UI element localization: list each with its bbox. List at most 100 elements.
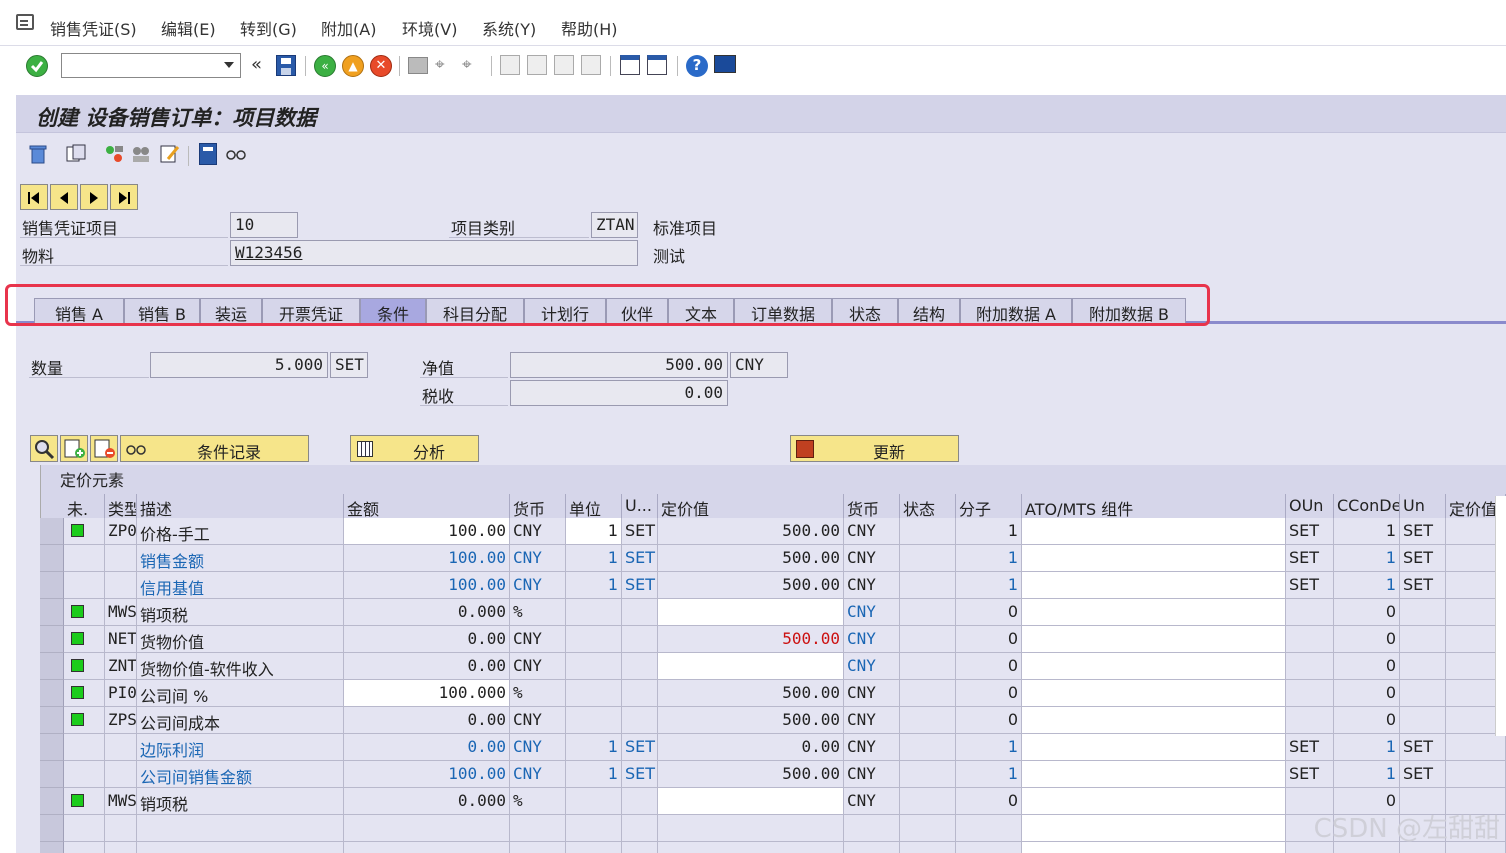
- cell-ato[interactable]: [1022, 545, 1286, 572]
- update-button[interactable]: 更新: [790, 435, 959, 462]
- row-selector[interactable]: [40, 518, 64, 545]
- column-header[interactable]: 单位: [566, 494, 622, 518]
- cell-ato[interactable]: [1022, 653, 1286, 680]
- exit-icon[interactable]: ▲: [342, 55, 364, 77]
- column-header[interactable]: U...: [622, 494, 658, 518]
- row-selector[interactable]: [40, 545, 64, 572]
- table-row[interactable]: MWSI销项税0.000% CNY 0 0: [40, 599, 1506, 626]
- table-row[interactable]: ZNTW货物价值-软件收入0.00CNYCNY00: [40, 653, 1506, 680]
- column-header[interactable]: Un: [1400, 494, 1446, 518]
- cell-unit[interactable]: 1: [566, 518, 622, 545]
- item-detail-icon[interactable]: [130, 143, 152, 165]
- row-selector[interactable]: [40, 707, 64, 734]
- previous-page-icon[interactable]: [527, 55, 547, 75]
- row-selector[interactable]: [40, 815, 64, 842]
- table-row[interactable]: 信用基值 100.00 CNY 1 SET 500.00 CNY 1 SET 1 SET: [40, 572, 1506, 599]
- table-row[interactable]: 边际利润 0.00 CNY 1 SET 0.00 CNY 1 SET 1 SET: [40, 734, 1506, 761]
- column-header[interactable]: OUn: [1286, 494, 1334, 518]
- analysis-button[interactable]: 分析: [350, 435, 479, 462]
- cell-ato[interactable]: [1022, 518, 1286, 545]
- cell-ato[interactable]: [1022, 734, 1286, 761]
- column-header[interactable]: CConDe: [1334, 494, 1400, 518]
- next-item-button[interactable]: [80, 184, 108, 210]
- table-row[interactable]: [40, 815, 1506, 842]
- menu-icon[interactable]: [16, 14, 34, 30]
- menu-edit[interactable]: 编辑(E): [161, 16, 216, 40]
- save-icon[interactable]: [276, 55, 296, 76]
- cell-ato[interactable]: [1022, 761, 1286, 788]
- menu-sales-document[interactable]: 销售凭证(S): [50, 16, 137, 40]
- table-row[interactable]: NETW货物价值0.00CNY500.00CNY00: [40, 626, 1506, 653]
- item-overview-icon[interactable]: [103, 143, 125, 165]
- row-selector[interactable]: [40, 626, 64, 653]
- menu-environment[interactable]: 环境(V): [402, 16, 457, 40]
- new-session-icon[interactable]: [620, 55, 640, 75]
- table-row[interactable]: 公司间销售金额 100.00 CNY 1 SET 500.00 CNY 1 SET 1 SET: [40, 761, 1506, 788]
- first-item-button[interactable]: [20, 184, 48, 210]
- find-next-icon[interactable]: ⌖: [462, 55, 482, 75]
- menu-goto[interactable]: 转到(G): [240, 16, 297, 40]
- double-chevron-left-icon[interactable]: «: [251, 54, 262, 75]
- cell-val[interactable]: [658, 599, 844, 626]
- table-row[interactable]: 销售金额 100.00 CNY 1 SET 500.00 CNY 1 SET 1 SET: [40, 545, 1506, 572]
- column-header[interactable]: 货币: [844, 494, 900, 518]
- cell-ato[interactable]: [1022, 626, 1286, 653]
- previous-item-button[interactable]: [50, 184, 78, 210]
- delete-row-button[interactable]: [90, 435, 118, 462]
- column-header[interactable]: 状态: [900, 494, 956, 518]
- print-icon[interactable]: [408, 57, 428, 74]
- cell-ato[interactable]: [1022, 599, 1286, 626]
- customize-layout-icon[interactable]: [714, 55, 736, 73]
- material-field[interactable]: W123456: [230, 240, 638, 266]
- delete-icon[interactable]: [28, 143, 48, 165]
- cell-ato[interactable]: [1022, 707, 1286, 734]
- first-page-icon[interactable]: [500, 55, 520, 75]
- display-header-icon[interactable]: [65, 143, 87, 165]
- cell-amt[interactable]: 100.000: [344, 680, 510, 707]
- table-row[interactable]: MWST销项税0.000%CNY00: [40, 788, 1506, 815]
- row-selector[interactable]: [40, 761, 64, 788]
- column-header[interactable]: 金额: [344, 494, 510, 518]
- column-header[interactable]: 货币: [510, 494, 566, 518]
- cell-ato[interactable]: [1022, 788, 1286, 815]
- enter-check-icon[interactable]: [26, 55, 48, 77]
- condition-record-button[interactable]: 条件记录: [120, 435, 309, 462]
- vertical-scrollbar[interactable]: [1495, 496, 1506, 736]
- cell-val[interactable]: [658, 653, 844, 680]
- cell-ato[interactable]: [1022, 815, 1286, 842]
- shortcut-icon[interactable]: [647, 55, 667, 75]
- cell-amt[interactable]: 100.00: [344, 518, 510, 545]
- column-header[interactable]: 描述: [137, 494, 344, 518]
- cell-ato[interactable]: [1022, 572, 1286, 599]
- next-page-icon[interactable]: [554, 55, 574, 75]
- row-selector[interactable]: [40, 599, 64, 626]
- last-item-button[interactable]: [110, 184, 138, 210]
- back-icon[interactable]: «: [314, 55, 336, 77]
- menu-system[interactable]: 系统(Y): [482, 16, 536, 40]
- edit-document-icon[interactable]: [158, 143, 180, 165]
- cancel-icon[interactable]: ✕: [370, 55, 392, 77]
- cell-val[interactable]: [658, 788, 844, 815]
- find-icon[interactable]: ⌖: [435, 55, 455, 75]
- table-row[interactable]: ZP01价格-手工100.00CNY1SET500.00CNY1SET1SET: [40, 518, 1506, 545]
- menu-help[interactable]: 帮助(H): [561, 16, 618, 40]
- insert-row-button[interactable]: [60, 435, 88, 462]
- command-field[interactable]: [61, 53, 241, 78]
- sales-document-item-field[interactable]: 10: [230, 212, 298, 238]
- column-header[interactable]: 分子: [956, 494, 1022, 518]
- column-header[interactable]: 未.: [64, 494, 105, 518]
- zoom-detail-button[interactable]: [30, 435, 58, 462]
- table-row[interactable]: ZPSI公司间成本0.00CNY500.00CNY00: [40, 707, 1506, 734]
- cell-ato[interactable]: [1022, 842, 1286, 853]
- row-selector[interactable]: [40, 788, 64, 815]
- calculator-icon[interactable]: [199, 143, 217, 165]
- row-selector[interactable]: [40, 572, 64, 599]
- column-header[interactable]: ATO/MTS 组件: [1022, 494, 1286, 518]
- help-icon[interactable]: ?: [686, 55, 708, 77]
- glasses-icon[interactable]: [225, 146, 249, 162]
- menu-extras[interactable]: 附加(A): [321, 16, 376, 40]
- chevron-down-icon[interactable]: [224, 62, 234, 68]
- item-category-field[interactable]: ZTAN: [591, 212, 638, 238]
- row-selector[interactable]: [40, 842, 64, 853]
- cell-ato[interactable]: [1022, 680, 1286, 707]
